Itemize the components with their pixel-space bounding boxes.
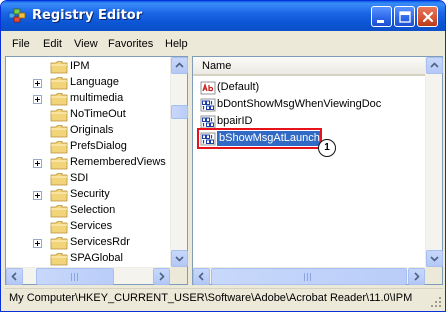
window-title: Registry Editor bbox=[32, 8, 143, 23]
folder-icon bbox=[50, 61, 68, 74]
folder-icon bbox=[50, 141, 68, 154]
tree-item-label: RememberedViews bbox=[70, 156, 166, 168]
tree-item[interactable]: PrefsDialog bbox=[6, 139, 171, 155]
chevron-down-icon bbox=[175, 256, 184, 262]
scroll-right-button[interactable] bbox=[153, 268, 170, 285]
tree-item[interactable]: IPM bbox=[6, 59, 171, 75]
tree-item-label: IPM bbox=[70, 60, 90, 72]
scroll-right-button[interactable] bbox=[408, 268, 425, 285]
scroll-down-button[interactable] bbox=[171, 250, 188, 267]
menu-edit[interactable]: Edit bbox=[43, 38, 62, 50]
maximize-button[interactable] bbox=[394, 6, 415, 27]
folder-icon bbox=[50, 237, 68, 250]
tree-item[interactable]: ServicesRdr bbox=[6, 235, 171, 251]
scroll-left-button[interactable] bbox=[193, 268, 210, 285]
tree-vertical-scroll-thumb[interactable] bbox=[171, 105, 188, 119]
step-callout: 1 bbox=[318, 139, 336, 157]
tree-item[interactable]: NoTimeOut bbox=[6, 107, 171, 123]
scroll-corner bbox=[425, 267, 442, 284]
tree-item-label: Language bbox=[70, 76, 119, 88]
values-vertical-scrollbar[interactable] bbox=[425, 57, 443, 267]
tree-item[interactable]: Security bbox=[6, 187, 171, 203]
tree-item[interactable]: multimedia bbox=[6, 91, 171, 107]
title-bar[interactable]: Registry Editor bbox=[1, 1, 445, 31]
tree-item-label: NoTimeOut bbox=[70, 108, 126, 120]
tree-item[interactable]: Originals bbox=[6, 123, 171, 139]
chevron-up-icon bbox=[430, 62, 439, 68]
scroll-up-button[interactable] bbox=[171, 57, 188, 74]
expand-plus-icon[interactable] bbox=[33, 239, 42, 248]
maximize-icon bbox=[399, 11, 411, 23]
value-name: bpairID bbox=[217, 115, 253, 127]
string-value-icon bbox=[200, 81, 216, 95]
folder-icon bbox=[50, 173, 68, 186]
menu-help[interactable]: Help bbox=[165, 38, 188, 50]
registry-editor-window: Registry Editor File Edit View Favorites… bbox=[0, 0, 446, 312]
tree-item-label: SDI bbox=[70, 172, 89, 184]
tree-item[interactable]: Language bbox=[6, 75, 171, 91]
expand-plus-icon[interactable] bbox=[33, 95, 42, 104]
minimize-button[interactable] bbox=[371, 6, 392, 27]
folder-icon bbox=[50, 221, 68, 234]
scroll-left-button[interactable] bbox=[6, 268, 23, 285]
folder-icon bbox=[50, 77, 68, 90]
folder-icon bbox=[50, 189, 68, 202]
tree-item[interactable]: SPAGlobal bbox=[6, 251, 171, 267]
chevron-down-icon bbox=[430, 256, 439, 262]
folder-icon bbox=[50, 253, 68, 266]
tree-vertical-scrollbar[interactable] bbox=[170, 57, 188, 267]
chevron-left-icon bbox=[198, 272, 204, 281]
close-button[interactable] bbox=[417, 6, 438, 27]
close-icon bbox=[422, 11, 434, 23]
folder-icon bbox=[50, 205, 68, 218]
expand-plus-icon[interactable] bbox=[33, 159, 42, 168]
registry-editor-icon bbox=[8, 8, 26, 23]
tree-item-label: ServicesRdr bbox=[70, 236, 130, 248]
value-name: (Default) bbox=[217, 81, 260, 93]
tree-item[interactable]: SDI bbox=[6, 171, 171, 187]
folder-icon bbox=[50, 125, 68, 138]
tree-item-label: PrefsDialog bbox=[70, 140, 127, 152]
tree-item-label: Originals bbox=[70, 124, 114, 136]
status-path: My Computer\HKEY_CURRENT_USER\Software\A… bbox=[9, 292, 413, 304]
menu-bar: File Edit View Favorites Help bbox=[5, 34, 443, 54]
menu-favorites[interactable]: Favorites bbox=[108, 38, 153, 50]
tree-item-label: Services bbox=[70, 220, 113, 232]
column-header-label: Name bbox=[202, 60, 232, 72]
folder-icon bbox=[50, 93, 68, 106]
tree-item-label: Security bbox=[70, 188, 110, 200]
tree-item-label: Selection bbox=[70, 204, 116, 216]
tree-item[interactable]: Selection bbox=[6, 203, 171, 219]
key-tree-pane[interactable]: IPM Language multimedia NoTimeOut Originals P… bbox=[5, 56, 188, 285]
minimize-icon bbox=[377, 20, 384, 23]
chevron-up-icon bbox=[175, 62, 184, 68]
resize-grip-icon[interactable] bbox=[430, 296, 442, 308]
column-header-name[interactable]: Name bbox=[193, 57, 425, 76]
value-name: bDontShowMsgWhenViewingDoc bbox=[217, 98, 382, 110]
menu-view[interactable]: View bbox=[74, 38, 98, 50]
expand-plus-icon[interactable] bbox=[33, 79, 42, 88]
values-pane[interactable]: Name (Default) bDontShowMsgWhenViewingDoc… bbox=[192, 56, 443, 285]
status-bar: My Computer\HKEY_CURRENT_USER\Software\A… bbox=[5, 288, 443, 309]
tree-horizontal-scroll-thumb[interactable] bbox=[36, 268, 114, 285]
tree-item[interactable]: Services bbox=[6, 219, 171, 235]
values-horizontal-scrollbar[interactable] bbox=[193, 267, 425, 285]
tree-item[interactable]: RememberedViews bbox=[6, 155, 171, 171]
menu-file[interactable]: File bbox=[12, 38, 30, 50]
tree-item-label: SPAGlobal bbox=[70, 252, 123, 264]
tree-horizontal-scrollbar[interactable] bbox=[6, 267, 170, 285]
scroll-down-button[interactable] bbox=[426, 250, 443, 267]
values-horizontal-scroll-thumb[interactable] bbox=[211, 268, 407, 285]
tree-item-label: multimedia bbox=[70, 92, 124, 104]
scroll-corner bbox=[170, 267, 187, 284]
folder-icon bbox=[50, 109, 68, 122]
chevron-left-icon bbox=[11, 272, 17, 281]
chevron-right-icon bbox=[159, 272, 165, 281]
highlight-box bbox=[197, 128, 322, 149]
binary-value-icon bbox=[200, 98, 216, 112]
expand-plus-icon[interactable] bbox=[33, 191, 42, 200]
folder-icon bbox=[50, 157, 68, 170]
chevron-right-icon bbox=[414, 272, 420, 281]
scroll-up-button[interactable] bbox=[426, 57, 443, 74]
